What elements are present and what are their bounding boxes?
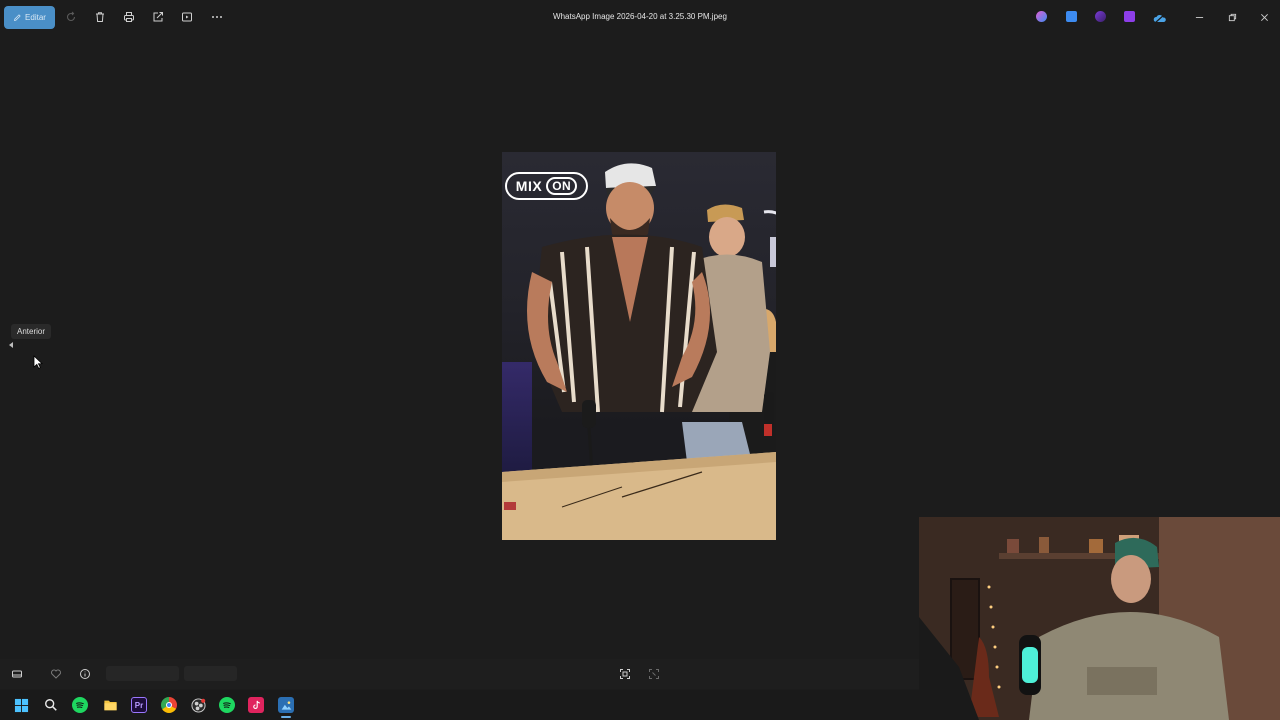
premiere-pro-icon[interactable]: Pr [131, 697, 147, 713]
restore-button[interactable] [1225, 10, 1239, 24]
film-icon[interactable] [1124, 11, 1135, 22]
windows-start-icon[interactable] [13, 697, 29, 713]
previous-tooltip: Anterior [11, 324, 52, 339]
info-icon[interactable] [78, 667, 92, 681]
spotify-icon[interactable] [72, 697, 88, 713]
active-app-indicator [281, 716, 291, 718]
window-title: WhatsApp Image 2026-04-20 at 3.25.30 PM.… [553, 12, 727, 21]
favorite-icon[interactable] [49, 667, 63, 681]
webcam-scene [919, 517, 1280, 720]
title-bar: Editar WhatsApp Image 2026-04-20 at 3.25… [0, 0, 1280, 35]
tiktok-icon[interactable] [248, 697, 264, 713]
chrome-icon[interactable] [161, 697, 177, 713]
previous-arrow-icon[interactable] [7, 341, 17, 351]
fit-to-window-icon[interactable] [618, 667, 632, 681]
mixon-logo: MIX ON [505, 172, 588, 200]
mouse-cursor-icon [33, 355, 43, 369]
spotify-alt-icon[interactable] [219, 697, 235, 713]
webcam-overlay [919, 517, 1280, 720]
photo-scene [502, 163, 776, 540]
file-explorer-icon[interactable] [102, 697, 118, 713]
chrome-center [166, 702, 172, 708]
placeholder-pill-2 [184, 666, 237, 681]
zoom-icon[interactable] [647, 667, 661, 681]
logo-text-mix: MIX [515, 178, 543, 194]
search-icon[interactable] [43, 697, 59, 713]
copilot-icon[interactable] [1036, 11, 1047, 22]
logo-text-on: ON [546, 177, 578, 195]
photos-app-icon[interactable] [278, 697, 294, 713]
photo-viewer-image: MIX ON [502, 152, 776, 540]
clipchamp-icon[interactable] [1095, 11, 1106, 22]
obs-icon[interactable] [190, 697, 206, 713]
filmstrip-icon[interactable] [10, 667, 24, 681]
placeholder-pill-1 [106, 666, 179, 681]
onedrive-icon[interactable] [1153, 11, 1167, 24]
designer-icon[interactable] [1066, 11, 1077, 22]
close-button[interactable] [1257, 10, 1271, 24]
minimize-button[interactable] [1192, 10, 1206, 24]
